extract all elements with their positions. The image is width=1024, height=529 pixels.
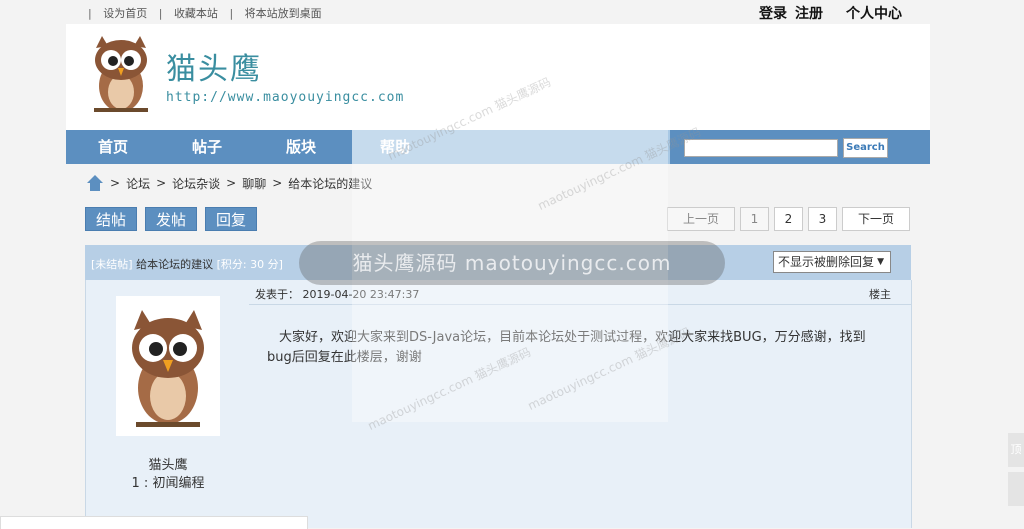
page-1-button[interactable]: 1 bbox=[740, 207, 769, 231]
thread-points: [积分: 30 分] bbox=[216, 258, 283, 271]
set-homepage-link[interactable]: 设为首页 bbox=[103, 7, 147, 20]
breadcrumb-forum-chat[interactable]: 论坛杂谈 bbox=[172, 175, 220, 192]
search-button[interactable]: Search bbox=[843, 138, 888, 158]
bookmark-link[interactable]: 收藏本站 bbox=[174, 7, 218, 20]
post-floor: 楼主 bbox=[869, 288, 891, 301]
top-links: | 设为首页 | 收藏本站 | 将本站放到桌面 bbox=[88, 5, 330, 21]
search-input[interactable] bbox=[684, 139, 838, 157]
breadcrumb-separator: > bbox=[156, 176, 167, 190]
breadcrumb: > 论坛 > 论坛杂谈 > 聊聊 > 给本论坛的建议 bbox=[86, 174, 378, 192]
author-name[interactable]: 猫头鹰 bbox=[86, 454, 250, 473]
separator: | bbox=[88, 7, 92, 20]
login-link[interactable]: 登录 bbox=[759, 3, 787, 23]
top-bar: | 设为首页 | 收藏本站 | 将本站放到桌面 登录 注册 个人中心 bbox=[0, 0, 1024, 24]
author-panel: 猫头鹰 1 : 初闻编程 bbox=[85, 280, 251, 528]
avatar[interactable] bbox=[116, 296, 220, 436]
next-page-button[interactable]: 下一页 bbox=[842, 207, 910, 231]
thread-title: 给本论坛的建议 bbox=[136, 258, 214, 271]
user-center-link[interactable]: 个人中心 bbox=[846, 3, 902, 23]
breadcrumb-separator: > bbox=[272, 176, 283, 190]
breadcrumb-separator: > bbox=[110, 176, 121, 190]
thread-title-line: [未结帖] 给本论坛的建议 [积分: 30 分] bbox=[91, 256, 283, 272]
nav-boards[interactable]: 版块 bbox=[286, 130, 316, 164]
owl-logo-icon bbox=[94, 36, 148, 112]
thread-status: [未结帖] bbox=[91, 258, 133, 271]
desktop-shortcut-link[interactable]: 将本站放到桌面 bbox=[245, 7, 322, 20]
author-level: 1 : 初闻编程 bbox=[131, 476, 205, 491]
nav-home[interactable]: 首页 bbox=[98, 130, 128, 164]
breadcrumb-separator: > bbox=[226, 176, 237, 190]
site-url: http://www.maoyouyingcc.com bbox=[166, 90, 405, 105]
nav-posts[interactable]: 帖子 bbox=[192, 130, 222, 164]
breadcrumb-forum[interactable]: 论坛 bbox=[126, 175, 150, 192]
site-title: 猫头鹰 bbox=[166, 52, 262, 87]
back-to-top-button[interactable]: 顶 bbox=[1008, 433, 1024, 467]
reply-filter-value: 不显示被删除回复 bbox=[778, 255, 875, 269]
breadcrumb-chat[interactable]: 聊聊 bbox=[242, 175, 266, 192]
page-3-button[interactable]: 3 bbox=[808, 207, 837, 231]
register-link[interactable]: 注册 bbox=[795, 3, 823, 23]
reply-filter-select[interactable]: 不显示被删除回复 ▼ bbox=[773, 251, 891, 273]
reply-button[interactable]: 回复 bbox=[205, 207, 257, 231]
side-action-button[interactable] bbox=[1008, 472, 1024, 506]
prev-page-button[interactable]: 上一页 bbox=[667, 207, 735, 231]
home-icon[interactable] bbox=[86, 174, 104, 192]
new-post-button[interactable]: 发帖 bbox=[145, 207, 197, 231]
watermark-banner: 猫头鹰源码 maotouyingcc.com bbox=[299, 241, 725, 285]
close-thread-button[interactable]: 结帖 bbox=[85, 207, 137, 231]
page-2-button[interactable]: 2 bbox=[774, 207, 803, 231]
chevron-down-icon: ▼ bbox=[877, 257, 884, 267]
separator: | bbox=[229, 7, 234, 20]
bottom-card bbox=[0, 516, 308, 529]
separator: | bbox=[158, 7, 163, 20]
